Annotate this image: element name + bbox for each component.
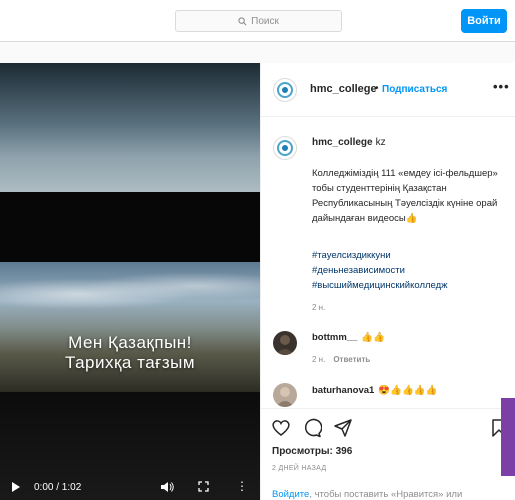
caption-time: 2 н. (312, 303, 326, 312)
video-overlay-line1: Мен Қазақпын! (68, 333, 192, 352)
caption-suffix: kz (375, 137, 386, 148)
play-icon[interactable] (12, 482, 20, 492)
comment-row: bottmm__ 👍👍 (312, 332, 385, 343)
video-time: 0:00 / 1:02 (34, 482, 82, 493)
comment-avatar[interactable] (273, 383, 297, 407)
video-overlay-line2: Тарихқа тағзым (64, 353, 196, 372)
video-controls: 0:00 / 1:02 ⋮ (0, 476, 260, 500)
side-scroll-tab[interactable] (501, 398, 515, 476)
video-player[interactable]: Мен Қазақпын! Тарихқа тағзым (0, 63, 260, 500)
comment-avatar[interactable] (273, 331, 297, 355)
caption-header: hmc_college kz (312, 137, 386, 148)
comment-time: 2 н. (312, 355, 326, 364)
video-sky (0, 63, 260, 198)
login-prompt: Войдите, чтобы поставить «Нравится» или (272, 489, 462, 500)
more-options-icon[interactable]: ••• (493, 79, 510, 94)
post-username[interactable]: hmc_college (310, 83, 377, 95)
top-navbar: Поиск Войти (0, 0, 515, 42)
comment-icon[interactable] (302, 418, 322, 438)
caption-text: Колледжіміздің 111 «емдеу ісі-фельдшер» … (312, 168, 498, 224)
caption-username[interactable]: hmc_college (312, 137, 373, 148)
comment-username[interactable]: bottmm__ (312, 332, 357, 343)
fullscreen-icon[interactable] (198, 481, 209, 492)
login-prompt-text: , чтобы поставить «Нравится» или (309, 489, 463, 500)
reply-button[interactable]: Ответить (333, 355, 370, 364)
separator-dot: • (375, 83, 379, 94)
comment-meta: 2 н. Ответить (312, 355, 370, 364)
comment-text: 👍👍 (361, 332, 386, 343)
video-overlay-title: Мен Қазақпын! Тарихқа тағзым (0, 333, 260, 373)
comment-username[interactable]: baturhanova1 (312, 385, 374, 396)
search-placeholder: Поиск (251, 15, 279, 27)
login-link[interactable]: Войдите (272, 489, 309, 500)
hashtag-link[interactable]: #высшиймедицинскийколледж (312, 278, 502, 293)
comment-row: baturhanova1 😍👍👍👍👍 (312, 385, 437, 396)
hashtag-link[interactable]: #тауелсиздиккуни (312, 248, 502, 263)
post-panel: hmc_college • Подписаться ••• hmc_colleg… (260, 63, 515, 500)
hashtag-link[interactable]: #деньнезависимости (312, 263, 502, 278)
volume-icon[interactable] (160, 481, 174, 493)
follow-button[interactable]: Подписаться (382, 84, 447, 95)
view-count: Просмотры: 396 (272, 446, 353, 457)
video-more-icon[interactable]: ⋮ (236, 480, 248, 492)
avatar[interactable] (273, 78, 297, 102)
hashtag-list: #тауелсиздиккуни #деньнезависимости #выс… (312, 248, 502, 293)
post-header: hmc_college • Подписаться ••• (261, 63, 515, 117)
heart-icon[interactable] (271, 418, 291, 438)
post-actions: Просмотры: 396 2 ДНЕЙ НАЗАД Войдите, что… (261, 408, 515, 500)
login-button[interactable]: Войти (461, 9, 507, 33)
share-icon[interactable] (333, 418, 353, 438)
post-date: 2 ДНЕЙ НАЗАД (272, 465, 327, 472)
video-letterbox-top (0, 192, 260, 262)
comment-text: 😍👍👍👍👍 (378, 385, 438, 396)
caption-avatar[interactable] (273, 136, 297, 160)
search-icon (238, 16, 247, 25)
search-input[interactable]: Поиск (175, 10, 342, 32)
